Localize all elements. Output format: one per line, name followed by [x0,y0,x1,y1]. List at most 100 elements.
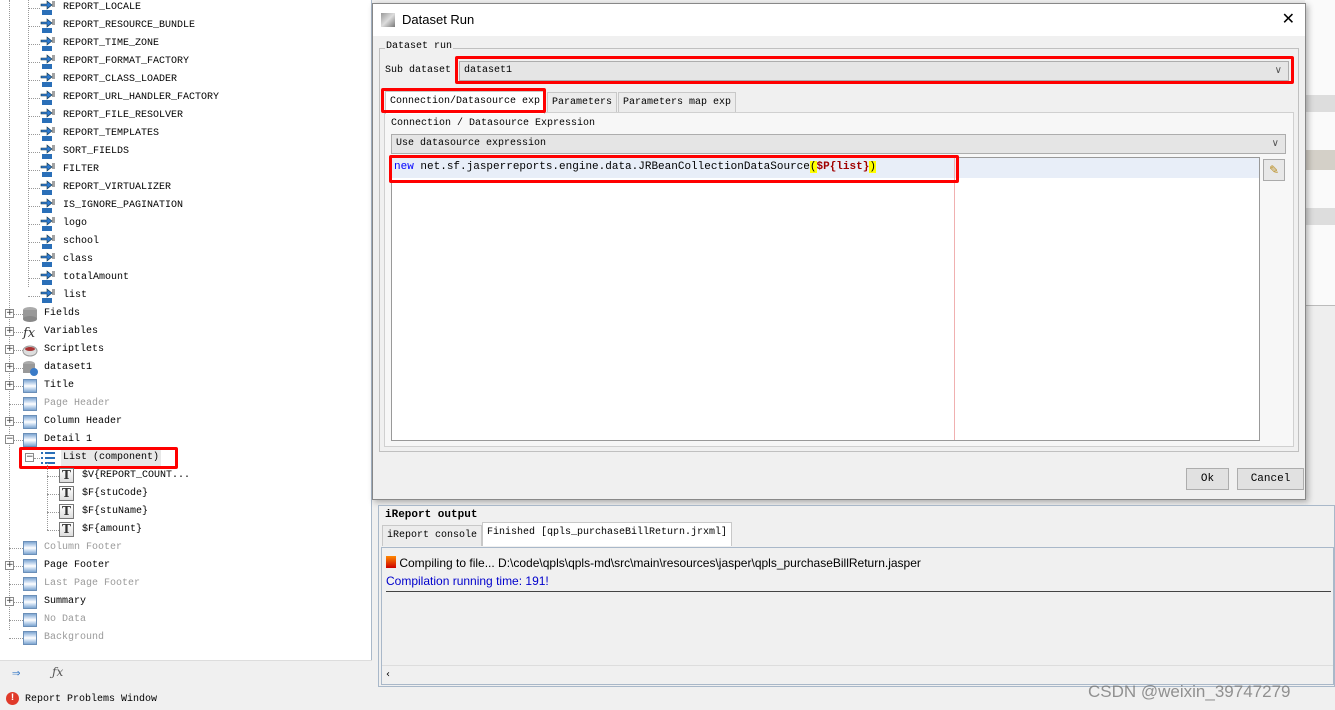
tree-item-page-header[interactable]: Page Header [0,395,372,413]
tree-item-parameter[interactable]: list [0,287,372,305]
band-icon [23,631,37,645]
tree-item-parameter[interactable]: FILTER [0,161,372,179]
tree-item-parameter[interactable]: REPORT_TEMPLATES [0,125,372,143]
tree-item-parameter[interactable]: totalAmount [0,269,372,287]
tree-item-variables[interactable]: + ƒx Variables [0,323,372,341]
band-icon [23,541,37,555]
tree-item-parameter[interactable]: school [0,233,372,251]
parameter-icon [40,270,56,286]
parameter-icon [40,54,56,70]
parameter-icon [40,252,56,268]
highlight-box [389,155,959,183]
tree-item-label: Page Header [44,398,111,409]
tree-item-scriptlets[interactable]: + Scriptlets [0,341,372,359]
tree-line [47,476,59,477]
tree-item-parameter[interactable]: SORT_FIELDS [0,143,372,161]
tree-item-label: dataset1 [44,362,93,373]
expand-icon[interactable]: + [5,363,14,372]
tree-item-column-footer[interactable]: Column Footer [0,539,372,557]
tree-line [28,296,40,297]
expand-icon[interactable]: + [5,381,14,390]
tree-toolbar: ⇒ ƒx [0,660,372,688]
tree-item-no-data[interactable]: No Data [0,611,372,629]
group-label: Dataset run [385,41,454,52]
parameter-icon [40,144,56,160]
tree-item-parameter[interactable]: IS_IGNORE_PAGINATION [0,197,372,215]
tree-item-parameter[interactable]: REPORT_URL_HANDLER_FACTORY [0,89,372,107]
tree-item-dataset1[interactable]: + dataset1 [0,359,372,377]
highlight-box [455,56,1294,84]
band-icon [23,433,37,447]
ok-button[interactable]: Ok [1186,468,1229,490]
tree-item-parameter[interactable]: REPORT_LOCALE [0,0,372,17]
watermark: CSDN @weixin_39747279 [1088,682,1291,701]
expand-icon[interactable]: + [5,417,14,426]
tree-item-parameter[interactable]: class [0,251,372,269]
tree-item-parameter[interactable]: REPORT_FORMAT_FACTORY [0,53,372,71]
tab-parameters[interactable]: Parameters [547,92,618,113]
margin-line [954,158,955,440]
tree-line [28,224,40,225]
tree-item-label: REPORT_TIME_ZONE [63,38,160,49]
tree-item-background[interactable]: Background [0,629,372,647]
tree-item-parameter[interactable]: REPORT_CLASS_LOADER [0,71,372,89]
tree-item-column-header[interactable]: + Column Header [0,413,372,431]
tab-finished-compile[interactable]: Finished [qpls_purchaseBillReturn.jrxml] [482,522,733,546]
parameter-icon [40,108,56,124]
console-output: Compiling to file... D:\code\qpls\qpls-m… [381,547,1334,685]
tree-item-title[interactable]: + Title [0,377,372,395]
compile-path-line: Compiling to file... D:\code\qpls\qpls-m… [399,556,921,570]
error-icon: ! [6,691,19,705]
function-icon: ƒx [20,324,38,341]
expand-icon[interactable]: + [5,345,14,354]
expand-icon[interactable]: + [5,597,14,606]
parameter-icon [40,18,56,34]
expand-icon[interactable]: + [5,561,14,570]
tree-item-label: totalAmount [63,272,130,283]
tree-item-parameter[interactable]: logo [0,215,372,233]
tree-item-text-field[interactable]: T $V{REPORT_COUNT... [0,467,372,485]
filter-variables-icon[interactable]: ƒx [52,665,63,679]
expression-type-select[interactable]: Use datasource expression ∨ [391,134,1286,154]
tree-line [9,548,23,549]
tree-line [28,242,40,243]
tree-line [28,98,40,99]
text-field-icon: T [59,486,74,501]
expand-icon[interactable]: + [5,327,14,336]
tree-item-parameter[interactable]: REPORT_TIME_ZONE [0,35,372,53]
tree-item-label: Column Header [44,416,123,427]
edit-expression-icon[interactable]: ✎ [1263,159,1285,181]
compile-icon [386,556,396,568]
tree-line [28,170,40,171]
parameter-icon [40,36,56,52]
tree-item-text-field[interactable]: T $F{amount} [0,521,372,539]
tree-item-text-field[interactable]: T $F{stuCode} [0,485,372,503]
filter-parameters-icon[interactable]: ⇒ [12,665,20,682]
band-icon [23,559,37,573]
tab-parameters-map[interactable]: Parameters map exp [618,92,737,113]
parameter-icon [40,216,56,232]
tree-item-label: REPORT_URL_HANDLER_FACTORY [63,92,220,103]
tree-item-fields[interactable]: + Fields [0,305,372,323]
close-icon[interactable]: ✕ [1282,4,1295,36]
tab-ireport-console[interactable]: iReport console [382,525,483,546]
report-problems-window-tab[interactable]: ! Report Problems Window [0,690,157,710]
tree-line [28,278,40,279]
cancel-button[interactable]: Cancel [1237,468,1304,490]
tree-item-last-page-footer[interactable]: Last Page Footer [0,575,372,593]
expression-label: Connection / Datasource Expression [391,118,596,129]
tree-line [28,188,40,189]
chevron-down-icon[interactable]: ∨ [1272,135,1279,153]
tree-item-text-field[interactable]: T $F{stuName} [0,503,372,521]
tree-item-page-footer[interactable]: + Page Footer [0,557,372,575]
tree-item-summary[interactable]: + Summary [0,593,372,611]
expression-editor[interactable]: new net.sf.jasperreports.engine.data.JRB… [391,157,1260,441]
tree-item-parameter[interactable]: REPORT_RESOURCE_BUNDLE [0,17,372,35]
text-field-icon: T [59,522,74,537]
expand-icon[interactable]: + [5,309,14,318]
tree-item-label: $F{stuName} [82,506,149,517]
tree-item-parameter[interactable]: REPORT_FILE_RESOLVER [0,107,372,125]
collapse-icon[interactable]: − [5,435,14,444]
tree-item-label: REPORT_FORMAT_FACTORY [63,56,190,67]
tree-item-parameter[interactable]: REPORT_VIRTUALIZER [0,179,372,197]
